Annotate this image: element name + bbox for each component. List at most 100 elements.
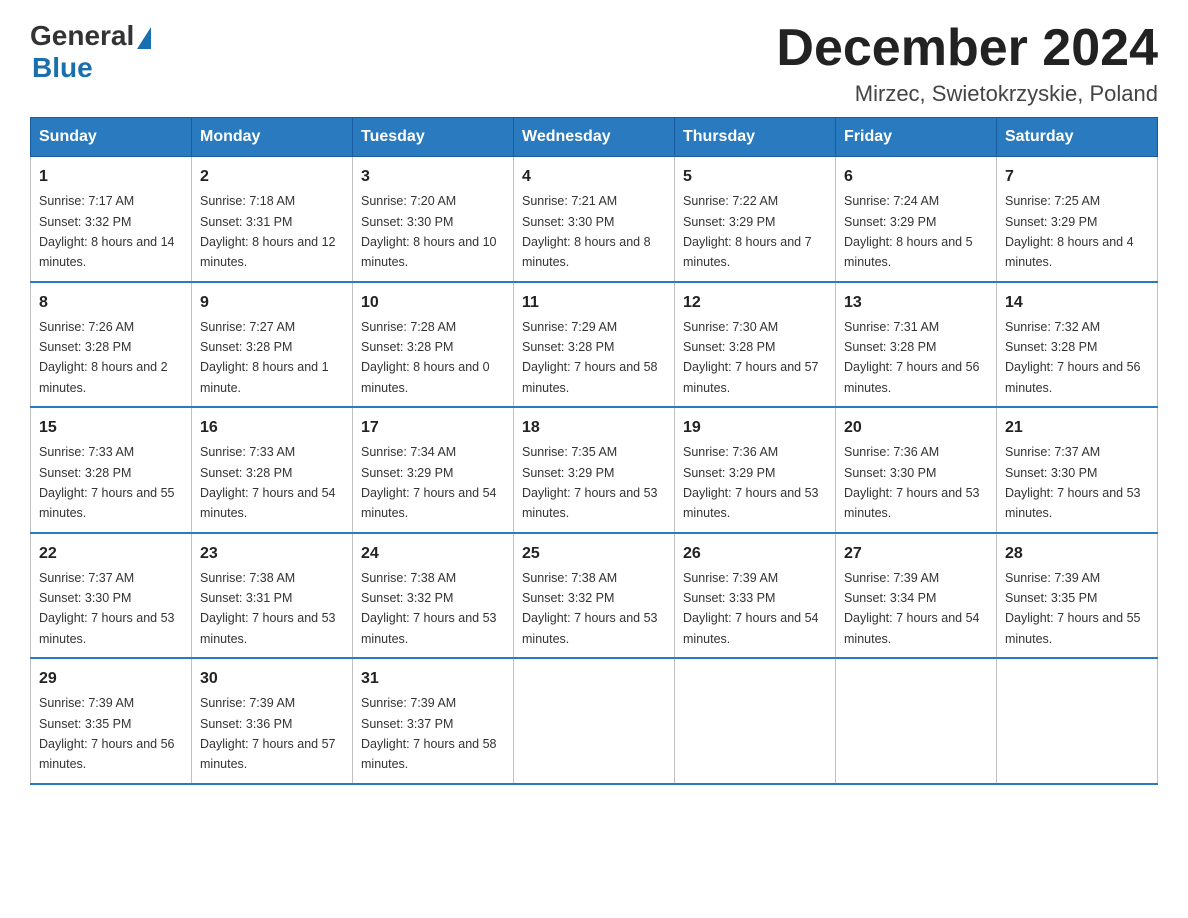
calendar-week-row: 1 Sunrise: 7:17 AMSunset: 3:32 PMDayligh… xyxy=(31,157,1158,282)
calendar-cell: 11 Sunrise: 7:29 AMSunset: 3:28 PMDaylig… xyxy=(514,282,675,408)
logo-general-text: General xyxy=(30,20,134,52)
day-info: Sunrise: 7:38 AMSunset: 3:32 PMDaylight:… xyxy=(361,571,497,646)
column-header-monday: Monday xyxy=(192,118,353,157)
day-info: Sunrise: 7:22 AMSunset: 3:29 PMDaylight:… xyxy=(683,194,812,269)
calendar-cell: 20 Sunrise: 7:36 AMSunset: 3:30 PMDaylig… xyxy=(836,407,997,533)
day-info: Sunrise: 7:30 AMSunset: 3:28 PMDaylight:… xyxy=(683,320,819,395)
day-info: Sunrise: 7:33 AMSunset: 3:28 PMDaylight:… xyxy=(39,445,175,520)
calendar-cell: 6 Sunrise: 7:24 AMSunset: 3:29 PMDayligh… xyxy=(836,157,997,282)
day-number: 4 xyxy=(522,165,666,189)
day-number: 8 xyxy=(39,291,183,315)
calendar-cell: 7 Sunrise: 7:25 AMSunset: 3:29 PMDayligh… xyxy=(997,157,1158,282)
day-number: 31 xyxy=(361,667,505,691)
day-number: 29 xyxy=(39,667,183,691)
day-info: Sunrise: 7:38 AMSunset: 3:31 PMDaylight:… xyxy=(200,571,336,646)
day-number: 19 xyxy=(683,416,827,440)
logo-triangle-icon xyxy=(137,27,151,49)
day-number: 15 xyxy=(39,416,183,440)
logo: General Blue xyxy=(30,20,151,84)
calendar-cell: 3 Sunrise: 7:20 AMSunset: 3:30 PMDayligh… xyxy=(353,157,514,282)
calendar-cell: 23 Sunrise: 7:38 AMSunset: 3:31 PMDaylig… xyxy=(192,533,353,659)
calendar-cell: 25 Sunrise: 7:38 AMSunset: 3:32 PMDaylig… xyxy=(514,533,675,659)
day-info: Sunrise: 7:38 AMSunset: 3:32 PMDaylight:… xyxy=(522,571,658,646)
logo-blue-text: Blue xyxy=(32,52,93,84)
day-info: Sunrise: 7:39 AMSunset: 3:35 PMDaylight:… xyxy=(39,696,175,771)
calendar-cell: 14 Sunrise: 7:32 AMSunset: 3:28 PMDaylig… xyxy=(997,282,1158,408)
calendar-cell: 2 Sunrise: 7:18 AMSunset: 3:31 PMDayligh… xyxy=(192,157,353,282)
calendar-cell: 17 Sunrise: 7:34 AMSunset: 3:29 PMDaylig… xyxy=(353,407,514,533)
day-number: 26 xyxy=(683,542,827,566)
day-number: 22 xyxy=(39,542,183,566)
page-header: General Blue December 2024 Mirzec, Swiet… xyxy=(30,20,1158,107)
calendar-cell: 16 Sunrise: 7:33 AMSunset: 3:28 PMDaylig… xyxy=(192,407,353,533)
day-number: 1 xyxy=(39,165,183,189)
day-number: 6 xyxy=(844,165,988,189)
calendar-week-row: 29 Sunrise: 7:39 AMSunset: 3:35 PMDaylig… xyxy=(31,658,1158,784)
day-info: Sunrise: 7:31 AMSunset: 3:28 PMDaylight:… xyxy=(844,320,980,395)
calendar-cell: 21 Sunrise: 7:37 AMSunset: 3:30 PMDaylig… xyxy=(997,407,1158,533)
calendar-cell: 30 Sunrise: 7:39 AMSunset: 3:36 PMDaylig… xyxy=(192,658,353,784)
calendar-cell: 18 Sunrise: 7:35 AMSunset: 3:29 PMDaylig… xyxy=(514,407,675,533)
day-info: Sunrise: 7:39 AMSunset: 3:33 PMDaylight:… xyxy=(683,571,819,646)
calendar-cell: 4 Sunrise: 7:21 AMSunset: 3:30 PMDayligh… xyxy=(514,157,675,282)
day-info: Sunrise: 7:18 AMSunset: 3:31 PMDaylight:… xyxy=(200,194,336,269)
calendar-cell: 27 Sunrise: 7:39 AMSunset: 3:34 PMDaylig… xyxy=(836,533,997,659)
day-number: 17 xyxy=(361,416,505,440)
calendar-cell: 22 Sunrise: 7:37 AMSunset: 3:30 PMDaylig… xyxy=(31,533,192,659)
day-number: 23 xyxy=(200,542,344,566)
day-number: 25 xyxy=(522,542,666,566)
day-number: 2 xyxy=(200,165,344,189)
day-info: Sunrise: 7:24 AMSunset: 3:29 PMDaylight:… xyxy=(844,194,973,269)
column-header-saturday: Saturday xyxy=(997,118,1158,157)
calendar-cell: 19 Sunrise: 7:36 AMSunset: 3:29 PMDaylig… xyxy=(675,407,836,533)
column-header-friday: Friday xyxy=(836,118,997,157)
day-info: Sunrise: 7:39 AMSunset: 3:35 PMDaylight:… xyxy=(1005,571,1141,646)
day-info: Sunrise: 7:28 AMSunset: 3:28 PMDaylight:… xyxy=(361,320,490,395)
day-number: 12 xyxy=(683,291,827,315)
calendar-week-row: 8 Sunrise: 7:26 AMSunset: 3:28 PMDayligh… xyxy=(31,282,1158,408)
calendar-cell xyxy=(514,658,675,784)
day-number: 20 xyxy=(844,416,988,440)
calendar-cell: 31 Sunrise: 7:39 AMSunset: 3:37 PMDaylig… xyxy=(353,658,514,784)
calendar-cell xyxy=(675,658,836,784)
day-info: Sunrise: 7:25 AMSunset: 3:29 PMDaylight:… xyxy=(1005,194,1134,269)
calendar-cell: 28 Sunrise: 7:39 AMSunset: 3:35 PMDaylig… xyxy=(997,533,1158,659)
day-number: 5 xyxy=(683,165,827,189)
column-header-wednesday: Wednesday xyxy=(514,118,675,157)
day-info: Sunrise: 7:26 AMSunset: 3:28 PMDaylight:… xyxy=(39,320,168,395)
day-number: 28 xyxy=(1005,542,1149,566)
calendar-cell xyxy=(836,658,997,784)
day-info: Sunrise: 7:39 AMSunset: 3:37 PMDaylight:… xyxy=(361,696,497,771)
day-info: Sunrise: 7:37 AMSunset: 3:30 PMDaylight:… xyxy=(39,571,175,646)
calendar-cell: 5 Sunrise: 7:22 AMSunset: 3:29 PMDayligh… xyxy=(675,157,836,282)
calendar-week-row: 15 Sunrise: 7:33 AMSunset: 3:28 PMDaylig… xyxy=(31,407,1158,533)
month-title: December 2024 xyxy=(776,20,1158,77)
calendar-table: SundayMondayTuesdayWednesdayThursdayFrid… xyxy=(30,117,1158,785)
day-info: Sunrise: 7:35 AMSunset: 3:29 PMDaylight:… xyxy=(522,445,658,520)
column-header-thursday: Thursday xyxy=(675,118,836,157)
column-header-tuesday: Tuesday xyxy=(353,118,514,157)
day-info: Sunrise: 7:32 AMSunset: 3:28 PMDaylight:… xyxy=(1005,320,1141,395)
calendar-cell: 10 Sunrise: 7:28 AMSunset: 3:28 PMDaylig… xyxy=(353,282,514,408)
calendar-header-row: SundayMondayTuesdayWednesdayThursdayFrid… xyxy=(31,118,1158,157)
calendar-week-row: 22 Sunrise: 7:37 AMSunset: 3:30 PMDaylig… xyxy=(31,533,1158,659)
calendar-cell: 26 Sunrise: 7:39 AMSunset: 3:33 PMDaylig… xyxy=(675,533,836,659)
day-number: 14 xyxy=(1005,291,1149,315)
title-section: December 2024 Mirzec, Swietokrzyskie, Po… xyxy=(776,20,1158,107)
day-number: 21 xyxy=(1005,416,1149,440)
day-number: 30 xyxy=(200,667,344,691)
day-number: 9 xyxy=(200,291,344,315)
calendar-cell: 8 Sunrise: 7:26 AMSunset: 3:28 PMDayligh… xyxy=(31,282,192,408)
day-number: 10 xyxy=(361,291,505,315)
day-number: 16 xyxy=(200,416,344,440)
day-info: Sunrise: 7:37 AMSunset: 3:30 PMDaylight:… xyxy=(1005,445,1141,520)
calendar-cell xyxy=(997,658,1158,784)
calendar-cell: 1 Sunrise: 7:17 AMSunset: 3:32 PMDayligh… xyxy=(31,157,192,282)
day-number: 11 xyxy=(522,291,666,315)
location-text: Mirzec, Swietokrzyskie, Poland xyxy=(776,81,1158,107)
day-info: Sunrise: 7:33 AMSunset: 3:28 PMDaylight:… xyxy=(200,445,336,520)
day-info: Sunrise: 7:20 AMSunset: 3:30 PMDaylight:… xyxy=(361,194,497,269)
calendar-cell: 12 Sunrise: 7:30 AMSunset: 3:28 PMDaylig… xyxy=(675,282,836,408)
calendar-cell: 29 Sunrise: 7:39 AMSunset: 3:35 PMDaylig… xyxy=(31,658,192,784)
day-info: Sunrise: 7:34 AMSunset: 3:29 PMDaylight:… xyxy=(361,445,497,520)
